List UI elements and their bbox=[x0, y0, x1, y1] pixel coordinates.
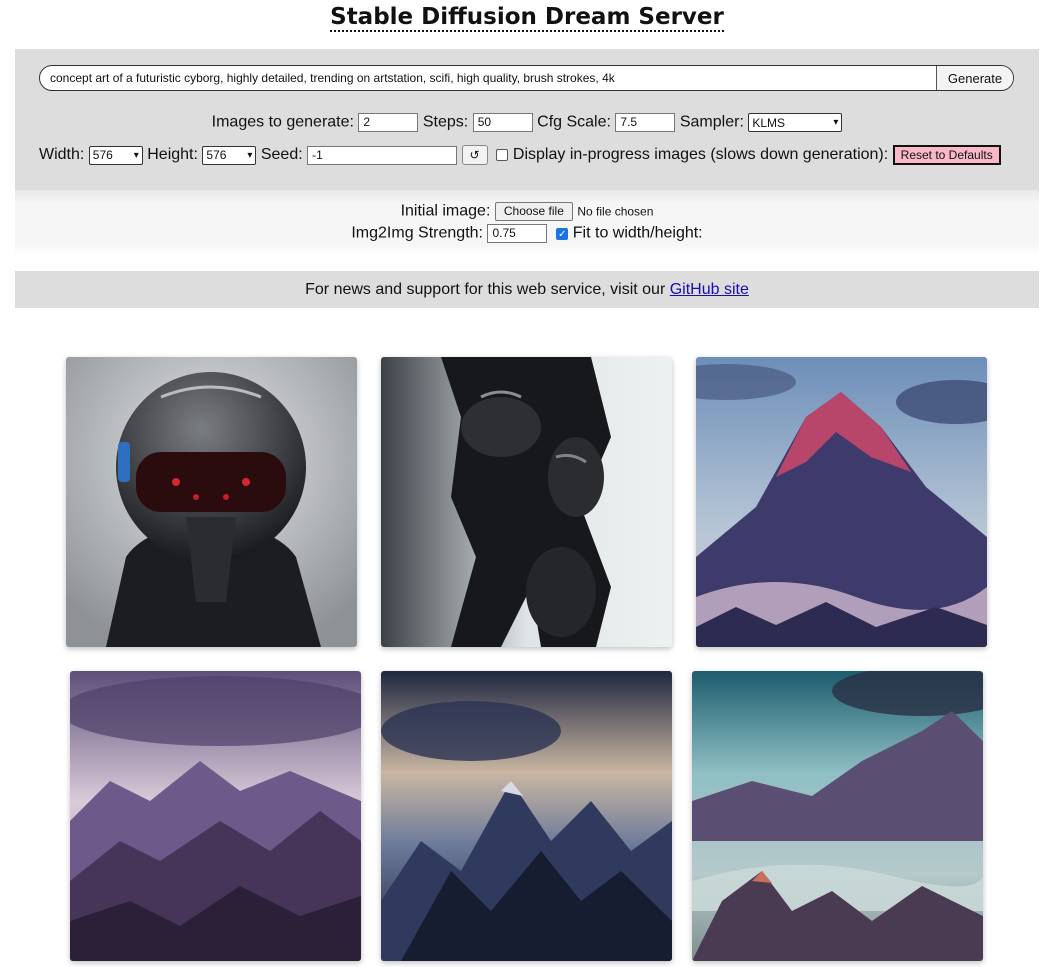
page-title-text: Stable Diffusion Dream Server bbox=[330, 4, 724, 32]
gallery-image[interactable] bbox=[381, 357, 672, 647]
gallery-image[interactable] bbox=[696, 357, 987, 647]
options-panel: Generate Images to generate: 2 Steps: 50… bbox=[15, 49, 1039, 190]
fit-checkbox[interactable]: ✓ bbox=[556, 227, 569, 240]
images-to-generate-input[interactable]: 2 bbox=[358, 113, 419, 132]
seed-label: Seed: bbox=[260, 146, 303, 163]
width-select-value: 576 bbox=[92, 148, 113, 162]
pink-mountain-image bbox=[696, 357, 987, 647]
page-title: Stable Diffusion Dream Server bbox=[0, 0, 1054, 32]
size-options-row: Width: 576 ▾ Height: 576 ▾ Seed: -1 ↺ Di… bbox=[39, 145, 1001, 165]
gallery-image[interactable] bbox=[70, 671, 361, 961]
images-to-generate-label: Images to generate: bbox=[211, 113, 354, 131]
initial-image-label: Initial image: bbox=[400, 202, 491, 220]
news-banner: For news and support for this web servic… bbox=[15, 271, 1039, 308]
progress-images-label: Display in-progress images (slows down g… bbox=[512, 146, 889, 163]
width-select[interactable]: 576 ▾ bbox=[88, 145, 143, 165]
steps-input[interactable]: 50 bbox=[472, 113, 533, 132]
img2img-panel: Initial image: Choose file No file chose… bbox=[15, 190, 1039, 255]
cyborg-figure-image bbox=[381, 357, 672, 647]
cyborg-helmet-image bbox=[66, 357, 357, 647]
github-link[interactable]: GitHub site bbox=[670, 281, 749, 298]
strength-label: Img2Img Strength: bbox=[351, 224, 483, 242]
width-label: Width: bbox=[39, 146, 85, 163]
gallery-image[interactable] bbox=[692, 671, 983, 961]
steps-label: Steps: bbox=[422, 113, 469, 131]
sampler-select-value: KLMS bbox=[752, 115, 786, 130]
purple-mountains-image bbox=[70, 671, 361, 961]
dark-mountains-image bbox=[381, 671, 672, 961]
chevron-down-icon: ▾ bbox=[247, 149, 253, 161]
chevron-down-icon: ▾ bbox=[833, 117, 839, 128]
height-select[interactable]: 576 ▾ bbox=[202, 145, 257, 165]
choose-file-button[interactable]: Choose file bbox=[494, 202, 573, 221]
strength-row: Img2Img Strength: 0.75 ✓ Fit to width/he… bbox=[15, 224, 1039, 243]
generation-options-row: Images to generate: 2 Steps: 50 Cfg Scal… bbox=[15, 113, 1039, 132]
strength-input[interactable]: 0.75 bbox=[487, 224, 548, 243]
no-file-text: No file chosen bbox=[577, 204, 654, 219]
gallery-image[interactable] bbox=[381, 671, 672, 961]
reroll-seed-icon[interactable]: ↺ bbox=[461, 145, 488, 165]
height-select-value: 576 bbox=[206, 148, 227, 162]
chevron-down-icon: ▾ bbox=[133, 149, 139, 161]
cfg-scale-input[interactable]: 7.5 bbox=[615, 113, 676, 132]
misty-mountains-image bbox=[692, 671, 983, 961]
cfg-scale-label: Cfg Scale: bbox=[537, 113, 611, 131]
prompt-input[interactable] bbox=[40, 66, 936, 90]
height-label: Height: bbox=[147, 146, 198, 163]
progress-images-checkbox[interactable] bbox=[496, 149, 509, 161]
sampler-label: Sampler: bbox=[679, 113, 744, 131]
reset-defaults-button[interactable]: Reset to Defaults bbox=[892, 145, 1001, 165]
sampler-select[interactable]: KLMS ▾ bbox=[748, 113, 843, 132]
generate-button[interactable]: Generate bbox=[936, 66, 1013, 90]
prompt-bar: Generate bbox=[39, 65, 1014, 91]
seed-input[interactable]: -1 bbox=[307, 145, 458, 165]
news-text: For news and support for this web servic… bbox=[305, 281, 666, 298]
gallery-image[interactable] bbox=[66, 357, 357, 647]
fit-label: Fit to width/height: bbox=[572, 224, 703, 242]
initial-image-row: Initial image: Choose file No file chose… bbox=[15, 202, 1039, 221]
